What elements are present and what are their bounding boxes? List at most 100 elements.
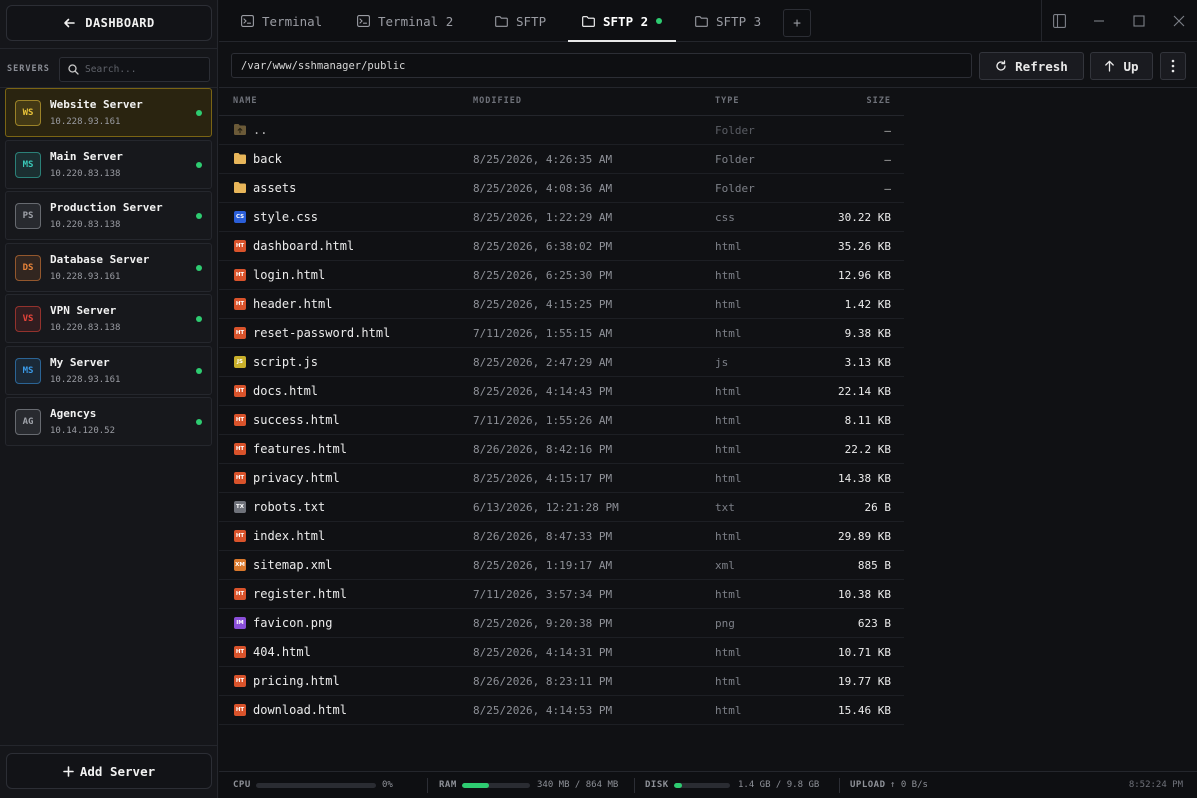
server-status-dot	[196, 419, 202, 425]
server-search-input[interactable]	[85, 64, 195, 75]
file-row[interactable]: CS style.css 8/25/2026, 1:22:29 AM css 30.22…	[219, 203, 904, 232]
arrow-up-icon	[1105, 60, 1115, 72]
column-header-modified[interactable]: MODIFIED	[473, 96, 522, 106]
file-row[interactable]: HT index.html 8/26/2026, 8:47:33 PM html 29.…	[219, 522, 904, 551]
file-row[interactable]: HT 404.html 8/25/2026, 4:14:31 PM html 10.71…	[219, 638, 904, 667]
server-search-box[interactable]	[59, 57, 210, 82]
tab-sftp-3[interactable]: SFTP 3	[695, 0, 761, 42]
up-directory-button[interactable]: Up	[1090, 52, 1153, 80]
divider	[1041, 0, 1042, 42]
minimize-button[interactable]	[1087, 9, 1111, 33]
file-row[interactable]: TX robots.txt 6/13/2026, 12:21:28 PM txt 26 …	[219, 493, 904, 522]
file-name: index.html	[253, 529, 326, 543]
file-row[interactable]: HT header.html 8/25/2026, 4:15:25 PM html 1.…	[219, 290, 904, 319]
file-name: pricing.html	[253, 674, 340, 688]
cpu-usage-bar	[256, 783, 376, 788]
server-item[interactable]: VS VPN Server 10.220.83.138	[5, 294, 212, 343]
file-type-badge: HT	[234, 269, 246, 281]
file-type: html	[715, 269, 742, 282]
disk-usage-fill	[674, 783, 682, 788]
new-tab-button[interactable]: +	[783, 9, 811, 37]
toggle-panel-button[interactable]	[1047, 9, 1071, 33]
file-modified: 8/25/2026, 4:15:17 PM	[473, 472, 613, 485]
file-size: 9.38 KB	[844, 327, 891, 340]
status-bar: CPU 0% RAM 340 MB / 864 MB DISK 1.4 GB /…	[219, 771, 1197, 798]
server-item[interactable]: WS Website Server 10.228.93.161	[5, 88, 212, 137]
file-row[interactable]: back 8/25/2026, 4:26:35 AM Folder —	[219, 145, 904, 174]
path-input[interactable]	[231, 53, 972, 78]
server-status-dot	[196, 264, 202, 271]
add-server-button[interactable]: Add Server	[6, 753, 212, 789]
file-row[interactable]: HT success.html 7/11/2026, 1:55:26 AM html 8…	[219, 406, 904, 435]
file-row[interactable]: HT register.html 7/11/2026, 3:57:34 PM html…	[219, 580, 904, 609]
file-name: download.html	[253, 703, 347, 717]
server-item[interactable]: PS Production Server 10.220.83.138	[5, 191, 212, 240]
server-name: VPN Server	[50, 304, 117, 317]
column-header-type[interactable]: TYPE	[715, 96, 739, 106]
server-item[interactable]: MS My Server 10.228.93.161	[5, 345, 212, 395]
html-file-icon: HT	[234, 298, 246, 310]
file-type-badge: HT	[234, 443, 246, 455]
path-toolbar: Refresh Up	[219, 43, 1197, 88]
file-row[interactable]: HT pricing.html 8/26/2026, 8:23:11 PM html 1…	[219, 667, 904, 696]
server-item[interactable]: AG Agencys 10.14.120.52	[5, 397, 212, 446]
file-row[interactable]: JS script.js 8/25/2026, 2:47:29 AM js 3.13 K…	[219, 348, 904, 377]
dashboard-label: DASHBOARD	[85, 16, 155, 30]
file-row[interactable]: HT login.html 8/25/2026, 6:25:30 PM html 12.…	[219, 261, 904, 290]
tab-terminal[interactable]: Terminal	[241, 0, 322, 42]
divider	[427, 778, 428, 793]
file-row[interactable]: IM favicon.png 8/25/2026, 9:20:38 PM png 623…	[219, 609, 904, 638]
parent-directory-row[interactable]: .. Folder —	[219, 116, 904, 145]
arrow-left-icon	[64, 18, 76, 28]
file-size: 10.71 KB	[838, 646, 891, 659]
file-row[interactable]: XM sitemap.xml 8/25/2026, 1:19:17 AM xml 885…	[219, 551, 904, 580]
dashboard-button[interactable]: DASHBOARD	[6, 5, 212, 41]
more-options-button[interactable]	[1160, 52, 1186, 80]
file-size: 14.38 KB	[838, 472, 891, 485]
file-type: Folder	[715, 182, 755, 195]
file-row[interactable]: HT reset-password.html 7/11/2026, 1:55:15 …	[219, 319, 904, 348]
file-row[interactable]: assets 8/25/2026, 4:08:36 AM Folder —	[219, 174, 904, 203]
maximize-button[interactable]	[1127, 9, 1151, 33]
terminal-icon	[357, 15, 370, 27]
server-item[interactable]: DS Database Server 10.228.93.161	[5, 242, 212, 292]
file-name: assets	[253, 181, 297, 195]
file-row[interactable]: HT dashboard.html 8/25/2026, 6:38:02 PM htm…	[219, 232, 904, 261]
file-type-badge: HT	[234, 675, 246, 687]
server-name: Production Server	[50, 201, 163, 214]
xml-file-icon: XM	[234, 559, 246, 571]
file-size: 30.22 KB	[838, 211, 891, 224]
refresh-button[interactable]: Refresh	[979, 52, 1084, 80]
tab-sftp-2[interactable]: SFTP 2	[567, 0, 677, 42]
file-type-badge: HT	[234, 298, 246, 310]
tab-terminal-2[interactable]: Terminal 2	[357, 0, 453, 42]
ram-value: 340 MB / 864 MB	[537, 780, 619, 790]
plus-icon	[63, 765, 74, 777]
server-item[interactable]: MS Main Server 10.220.83.138	[5, 139, 212, 189]
tab-sftp[interactable]: SFTP	[495, 0, 546, 42]
ram-label: RAM	[439, 780, 457, 790]
tab-label: SFTP	[516, 13, 547, 29]
file-type-badge: XM	[234, 559, 246, 571]
server-avatar: DS	[15, 254, 41, 281]
file-row[interactable]: HT privacy.html 8/25/2026, 4:15:17 PM html 1…	[219, 464, 904, 493]
file-row[interactable]: HT docs.html 8/25/2026, 4:14:43 PM html 22.1…	[219, 377, 904, 406]
file-size: 19.77 KB	[838, 675, 891, 688]
column-header-name[interactable]: NAME	[233, 96, 257, 106]
folder-icon	[695, 15, 708, 27]
server-status-dot	[196, 316, 202, 322]
folder-icon	[234, 153, 246, 165]
maximize-icon	[1133, 15, 1145, 27]
file-row[interactable]: HT features.html 8/26/2026, 8:42:16 PM html…	[219, 435, 904, 464]
column-header-size[interactable]: SIZE	[867, 96, 891, 106]
parent-folder-icon	[234, 124, 246, 136]
close-window-button[interactable]	[1167, 9, 1191, 33]
server-name: Database Server	[50, 252, 150, 266]
file-row[interactable]: HT download.html 8/25/2026, 4:14:53 PM html…	[219, 696, 904, 725]
file-modified: 7/11/2026, 1:55:26 AM	[473, 414, 613, 427]
server-ip: 10.228.93.161	[50, 117, 121, 127]
file-modified: 8/25/2026, 1:19:17 AM	[473, 559, 613, 572]
file-modified: 8/25/2026, 6:25:30 PM	[473, 269, 613, 282]
file-type: html	[715, 385, 742, 398]
html-file-icon: HT	[234, 240, 246, 252]
